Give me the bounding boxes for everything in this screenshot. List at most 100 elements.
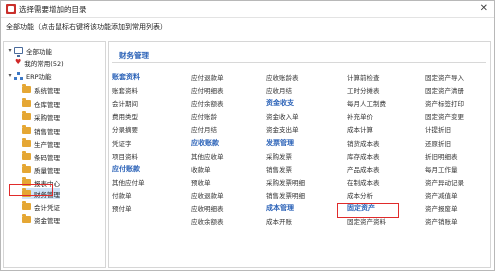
function-link[interactable]: 资产减值单 [425,190,458,200]
function-link[interactable]: 资金支出单 [266,124,299,134]
function-link[interactable]: 还原折旧 [425,138,451,148]
window-title: 选择需要增加的目录 [19,5,87,14]
function-link[interactable]: 资金收入单 [266,111,299,121]
function-link[interactable]: 固定资产导入 [425,72,464,82]
function-link[interactable]: 每月工作量 [425,164,458,174]
tree-item-label: 会计凭证 [34,203,60,212]
category-heading: 资金收支 [266,99,294,108]
tree-item-module[interactable]: 会计凭证 [22,201,60,212]
category-heading: 应收账款 [191,138,219,147]
function-link[interactable]: 在制成本表 [347,177,380,187]
function-link[interactable]: 其他应收单 [191,151,224,161]
tree-item-module[interactable]: 条码管理 [22,151,60,162]
function-link[interactable]: 销售发票明细 [266,190,305,200]
tree-item-favorites[interactable]: ♥ 我的常用(52) [15,57,64,68]
tree-item-label: 质量管理 [34,166,60,175]
function-link[interactable]: 应付退款单 [191,72,224,82]
function-link[interactable]: 账套资料 [112,85,138,95]
hint-text: 全部功能（点击鼠标右键将该功能添加到常用列表） [6,23,167,31]
monitor-icon [14,47,23,57]
function-link[interactable]: 计提折旧 [425,124,451,134]
category-heading: 应付账款 [112,164,140,173]
function-link[interactable]: 固定资产变更 [425,111,464,121]
function-link[interactable]: 固定资产清册 [425,85,464,95]
function-link[interactable]: 应收退款单 [191,190,224,200]
function-link[interactable]: 成本开账 [266,216,292,226]
function-link[interactable]: 收款单 [191,164,211,174]
chevron-down-icon[interactable]: ▾ [6,72,14,79]
folder-icon [22,151,31,160]
tree-item-erp[interactable]: ▾ ERP功能 [6,70,52,81]
folder-icon [22,125,31,134]
folder-icon [22,138,31,147]
chevron-down-icon[interactable]: ▾ [6,47,14,54]
function-link[interactable]: 采购发票明细 [266,177,305,187]
tree-item-label: 仓库管理 [34,100,60,109]
tree-item-module[interactable]: 资金管理 [22,214,60,225]
folder-icon [22,201,31,210]
folder-icon [22,164,31,173]
function-link[interactable]: 应付账龄 [191,111,217,121]
highlight-box-tree [9,184,53,196]
function-link[interactable]: 应收月结 [266,85,292,95]
tree-item-label: 资金管理 [34,216,60,225]
function-link[interactable]: 项目资料 [112,151,138,161]
function-link[interactable]: 资产标签打印 [425,98,464,108]
highlight-box-item [337,203,399,218]
function-link[interactable]: 会计期间 [112,98,138,108]
function-link[interactable]: 销货成本表 [347,138,380,148]
function-link[interactable]: 其他应付单 [112,177,145,187]
tree-item-module[interactable]: 销售管理 [22,125,60,136]
tree-root[interactable]: ▾ 全部功能 [6,45,52,57]
function-link[interactable]: 资产异动记录 [425,177,464,187]
function-link[interactable]: 补充单价 [347,111,373,121]
function-link[interactable]: 工时分摊表 [347,85,380,95]
function-link[interactable]: 资产报废单 [425,203,458,213]
title-bar: 选择需要增加的目录 ✕ [1,1,494,18]
function-link[interactable]: 应付余额表 [191,98,224,108]
app-icon [6,4,16,14]
function-link[interactable]: 库存成本表 [347,151,380,161]
folder-icon [22,111,31,120]
function-link[interactable]: 分录摘要 [112,124,138,134]
function-link[interactable]: 付款单 [112,190,132,200]
tree-item-label: 销售管理 [34,127,60,136]
function-link[interactable]: 应收明细表 [191,203,224,213]
function-link[interactable]: 采购发票 [266,151,292,161]
tree-item-label: 条码管理 [34,153,60,162]
function-link[interactable]: 折旧明细表 [425,151,458,161]
tree-item-label: 我的常用(52) [24,59,64,68]
folder-icon [22,98,31,107]
function-link[interactable]: 计算前检查 [347,72,380,82]
function-link[interactable]: 产品成本表 [347,164,380,174]
function-link[interactable]: 销售发票 [266,164,292,174]
function-link[interactable]: 预收单 [191,177,211,187]
tree-item-module[interactable]: 仓库管理 [22,98,60,109]
heart-icon: ♥ [15,58,22,66]
folder-icon [22,84,31,93]
function-link[interactable]: 应收账龄表 [266,72,299,82]
function-link[interactable]: 应收余额表 [191,216,224,226]
section-divider [112,62,486,63]
tree-item-module[interactable]: 质量管理 [22,164,60,175]
function-link[interactable]: 成本分析 [347,190,373,200]
section-title: 财务管理 [119,51,149,60]
function-link[interactable]: 应付明细表 [191,85,224,95]
tree-item-label: 系统管理 [34,86,60,95]
tree-item-label: ERP功能 [26,72,52,81]
network-icon [14,71,23,80]
folder-icon [22,214,31,223]
close-icon[interactable]: ✕ [480,2,488,16]
function-link[interactable]: 资产销账单 [425,216,458,226]
function-link[interactable]: 成本计算 [347,124,373,134]
function-link[interactable]: 费用类型 [112,111,138,121]
function-link[interactable]: 应付月结 [191,124,217,134]
function-link[interactable]: 凭证字 [112,138,132,148]
category-heading: 发票管理 [266,138,294,147]
function-link[interactable]: 预付单 [112,203,132,213]
function-link[interactable]: 每月人工制费 [347,98,386,108]
tree-item-module[interactable]: 生产管理 [22,138,60,149]
tree-item-module[interactable]: 采购管理 [22,111,60,122]
tree-item-label: 生产管理 [34,140,60,149]
tree-item-module[interactable]: 系统管理 [22,84,60,95]
